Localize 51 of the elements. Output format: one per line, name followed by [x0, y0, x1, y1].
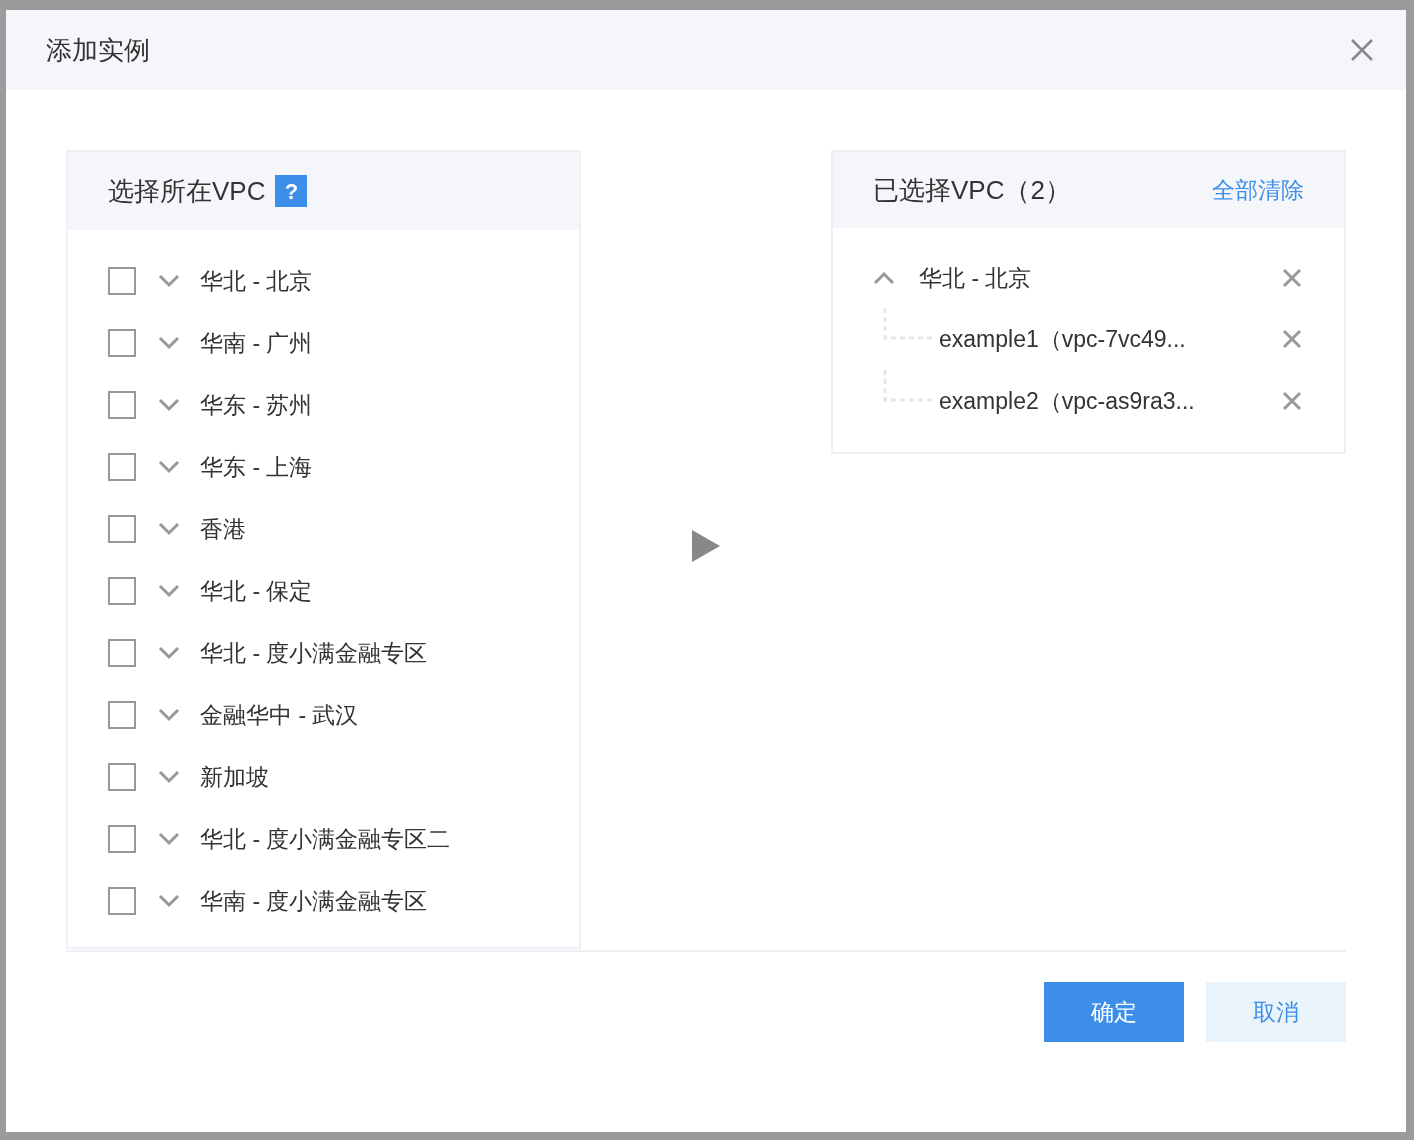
region-label: 新加坡 [200, 762, 269, 792]
checkbox[interactable] [108, 763, 136, 791]
close-icon[interactable] [1282, 329, 1302, 349]
clear-all-link[interactable]: 全部清除 [1212, 172, 1304, 208]
chevron-down-icon[interactable] [158, 584, 180, 598]
region-label: 香港 [200, 514, 246, 544]
checkbox[interactable] [108, 329, 136, 357]
region-label: 华东 - 上海 [200, 452, 313, 482]
close-icon[interactable] [1350, 38, 1374, 62]
chevron-up-icon[interactable] [873, 271, 895, 285]
checkbox[interactable] [108, 639, 136, 667]
checkbox[interactable] [108, 887, 136, 915]
chevron-down-icon[interactable] [158, 832, 180, 846]
chevron-down-icon[interactable] [158, 708, 180, 722]
confirm-button[interactable]: 确定 [1044, 982, 1184, 1042]
close-icon[interactable] [1282, 391, 1302, 411]
chevron-down-icon[interactable] [158, 894, 180, 908]
region-label: 华南 - 广州 [200, 328, 313, 358]
chevron-down-icon[interactable] [158, 522, 180, 536]
panel-title: 选择所在VPC [108, 174, 266, 208]
play-arrow-icon[interactable] [692, 530, 720, 562]
dialog-title: 添加实例 [46, 33, 150, 67]
checkbox[interactable] [108, 391, 136, 419]
chevron-down-icon[interactable] [158, 274, 180, 288]
tree-connector [883, 308, 933, 340]
close-icon[interactable] [1282, 268, 1302, 288]
cancel-button[interactable]: 取消 [1206, 982, 1346, 1042]
help-badge[interactable]: ? [275, 175, 308, 207]
region-label: 华南 - 度小满金融专区 [200, 886, 428, 916]
chevron-down-icon[interactable] [158, 646, 180, 660]
chevron-down-icon[interactable] [158, 336, 180, 350]
region-label: 华北 - 度小满金融专区 [200, 638, 428, 668]
region-label: 华北 - 度小满金融专区二 [200, 824, 451, 854]
checkbox[interactable] [108, 515, 136, 543]
checkbox[interactable] [108, 577, 136, 605]
tree-connector [883, 370, 933, 402]
chevron-down-icon[interactable] [158, 770, 180, 784]
region-label: 华东 - 苏州 [200, 390, 313, 420]
panel-title: 已选择VPC（2） [873, 173, 1071, 207]
chevron-down-icon[interactable] [158, 398, 180, 412]
vpc-label: example1（vpc-7vc49... [939, 324, 1187, 354]
region-label: 金融华中 - 武汉 [200, 700, 359, 730]
checkbox[interactable] [108, 453, 136, 481]
chevron-down-icon[interactable] [158, 460, 180, 474]
region-label: 华北 - 北京 [200, 266, 313, 296]
checkbox[interactable] [108, 267, 136, 295]
region-label: 华北 - 保定 [200, 576, 313, 606]
checkbox[interactable] [108, 701, 136, 729]
checkbox[interactable] [108, 825, 136, 853]
region-label: 华北 - 北京 [919, 263, 1033, 293]
vpc-label: example2（vpc-as9ra3... [939, 386, 1196, 416]
